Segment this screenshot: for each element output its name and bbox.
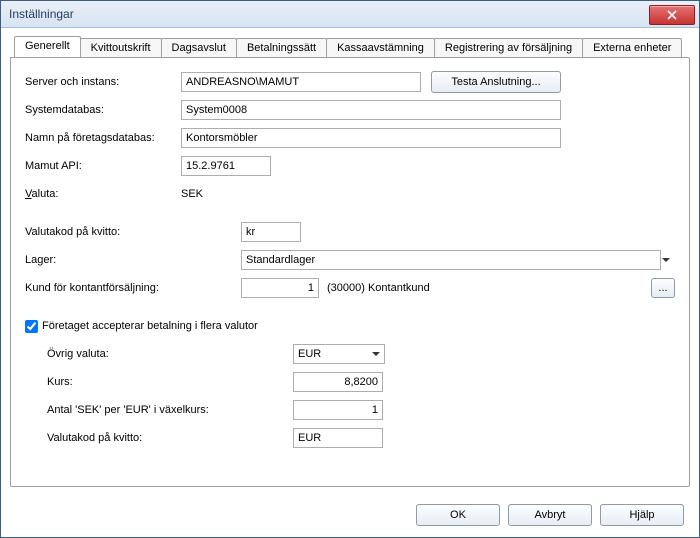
label-server-instance: Server och instans: (25, 76, 181, 88)
tab-label: Dagsavslut (172, 42, 226, 54)
valuta-value: SEK (181, 188, 203, 200)
cash-customer-number-field[interactable] (241, 278, 319, 298)
tab-registrering[interactable]: Registrering av försäljning (434, 38, 583, 58)
tab-generellt[interactable]: Generellt (14, 36, 81, 57)
label-valuta: Valuta: (25, 188, 181, 200)
checkbox-label: Företaget accepterar betalning i flera v… (42, 320, 258, 332)
button-label: Testa Anslutning... (451, 76, 540, 88)
tab-label: Externa enheter (593, 42, 671, 54)
tab-dagsavslut[interactable]: Dagsavslut (161, 38, 237, 58)
label-valutakod-receipt: Valutakod på kvitto: (25, 226, 241, 238)
button-label: Hjälp (629, 509, 654, 521)
label-rate: Kurs: (25, 376, 293, 388)
valutakod-receipt-field[interactable] (241, 222, 301, 242)
tab-label: Registrering av försäljning (445, 42, 572, 54)
tab-label: Generellt (25, 40, 70, 52)
tab-externa-enheter[interactable]: Externa enheter (582, 38, 682, 58)
client-area: Generellt Kvittoutskrift Dagsavslut Beta… (2, 28, 698, 536)
cancel-button[interactable]: Avbryt (508, 504, 592, 526)
label-exchange-units: Antal 'SEK' per 'EUR' i växelkurs: (25, 404, 293, 416)
label-valutakod-receipt2: Valutakod på kvitto: (25, 432, 293, 444)
lager-select[interactable]: Standardlager (241, 250, 661, 270)
tab-label: Kassaavstämning (337, 42, 424, 54)
rate-field[interactable] (293, 372, 383, 392)
help-button[interactable]: Hjälp (600, 504, 684, 526)
label-lager: Lager: (25, 254, 241, 266)
multi-currency-checkbox[interactable] (25, 320, 38, 333)
titlebar: Inställningar (1, 1, 699, 28)
company-db-name-field[interactable] (181, 128, 561, 148)
button-label: Avbryt (535, 509, 566, 521)
form-area: Server och instans: Testa Anslutning... … (25, 70, 675, 474)
dialog-footer: OK Avbryt Hjälp (416, 504, 684, 526)
settings-window: Inställningar Generellt Kvittoutskrift D… (0, 0, 700, 538)
mamut-api-field (181, 156, 271, 176)
ok-button[interactable]: OK (416, 504, 500, 526)
valutakod-receipt2-field[interactable] (293, 428, 383, 448)
test-connection-button[interactable]: Testa Anslutning... (431, 71, 561, 93)
exchange-units-field[interactable] (293, 400, 383, 420)
button-label: OK (450, 509, 466, 521)
cash-customer-name: (30000) Kontantkund (327, 282, 430, 294)
tab-panel-generellt: Server och instans: Testa Anslutning... … (10, 57, 690, 487)
label-mamut-api: Mamut API: (25, 160, 181, 172)
server-instance-field[interactable] (181, 72, 421, 92)
label-cash-customer: Kund för kontantförsäljning: (25, 282, 241, 294)
tab-label: Betalningssätt (247, 42, 316, 54)
tab-strip: Generellt Kvittoutskrift Dagsavslut Beta… (14, 36, 690, 57)
label-company-db-name: Namn på företagsdatabas: (25, 132, 181, 144)
close-icon (667, 10, 677, 20)
multi-currency-checkbox-label[interactable]: Företaget accepterar betalning i flera v… (25, 320, 258, 333)
tab-label: Kvittoutskrift (91, 42, 151, 54)
tab-betalningssatt[interactable]: Betalningssätt (236, 38, 327, 58)
system-database-field[interactable] (181, 100, 561, 120)
button-label: ... (658, 282, 667, 294)
label-other-currency: Övrig valuta: (25, 348, 293, 360)
tab-kvittoutskrift[interactable]: Kvittoutskrift (80, 38, 162, 58)
tab-kassaavstamning[interactable]: Kassaavstämning (326, 38, 435, 58)
other-currency-select[interactable]: EUR (293, 344, 385, 364)
label-system-database: Systemdatabas: (25, 104, 181, 116)
window-title: Inställningar (9, 7, 74, 21)
browse-customer-button[interactable]: ... (651, 278, 675, 298)
close-button[interactable] (649, 5, 695, 25)
